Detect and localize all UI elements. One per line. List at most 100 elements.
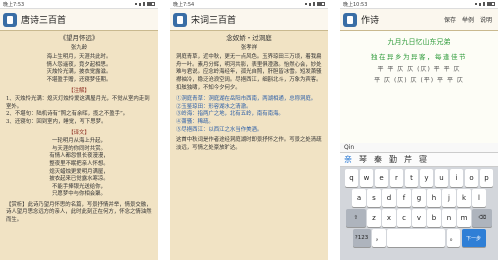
status-bar: 晚上10:53	[340, 0, 498, 9]
translation-line: 披衣起来已觉露水寒凉。	[49, 176, 109, 183]
key-d[interactable]: d	[382, 189, 396, 207]
commentary: 这首中秋词是作者途经洞庭湖时即景抒怀之作。写景之处清疏淡远，写情之处豪放旷达。	[176, 137, 322, 151]
period-key[interactable]: 。	[446, 229, 460, 247]
key-row-4: ?123 ， 。 下一步	[341, 229, 497, 247]
note-item: 3、还寝句：回到室内，睡觉，写下思梦。	[6, 118, 107, 125]
rules-button[interactable]: 说明	[477, 15, 495, 24]
ime-composition: Qin	[340, 143, 498, 153]
candidate-item[interactable]: 亲	[344, 154, 352, 165]
key-m[interactable]: m	[457, 209, 471, 227]
symbols-key[interactable]: ?123	[352, 229, 371, 247]
key-f[interactable]: f	[397, 189, 411, 207]
key-g[interactable]: g	[412, 189, 426, 207]
key-q[interactable]: q	[344, 169, 359, 187]
input-method-panel: Qin 亲 琴 秦 勤 芹 寝 q w e r t y u i o p a s …	[340, 143, 498, 260]
signal-battery	[135, 2, 155, 6]
app-title-bar: 作诗 保存 举例 说明	[340, 9, 498, 31]
note-item: ③岭海：指两广之地，北有五岭，南有南海。	[176, 111, 284, 118]
battery-icon	[147, 2, 155, 6]
key-z[interactable]: z	[367, 209, 381, 227]
signal-icon	[305, 3, 307, 5]
key-t[interactable]: t	[404, 169, 419, 187]
compose-area[interactable]: 九月九日忆山东兄弟 独在异乡为异客，每逢佳节 平 平 仄 仄 (仄) 平 平 仄…	[340, 37, 498, 84]
key-n[interactable]: n	[442, 209, 456, 227]
signal-battery	[305, 2, 325, 6]
battery-icon	[317, 2, 325, 6]
candidate-item[interactable]: 勤	[389, 154, 397, 165]
key-p[interactable]: p	[479, 169, 494, 187]
key-u[interactable]: u	[434, 169, 449, 187]
translation-line: 整夜里不眠把亲人怀想。	[49, 160, 109, 167]
key-o[interactable]: o	[464, 169, 479, 187]
candidate-item[interactable]: 芹	[404, 154, 412, 165]
app-title: 唐诗三百首	[21, 16, 67, 26]
poem-content[interactable]: 《望月怀远》 张九龄 海上生明月，天涯共此时。 情人怨遥夜，竟夕起相思。 灭烛怜…	[0, 31, 158, 229]
status-time: 晚上7:54	[173, 1, 195, 8]
key-e[interactable]: e	[374, 169, 389, 187]
comma-key[interactable]: ，	[372, 229, 386, 247]
app-icon[interactable]	[3, 12, 17, 27]
app-icon[interactable]	[173, 12, 187, 27]
app-title-bar: 唐诗三百首	[0, 9, 158, 31]
note-item: ④萧骚：稀疏。	[176, 118, 214, 125]
status-time: 晚上10:53	[343, 1, 368, 8]
key-l[interactable]: l	[472, 189, 486, 207]
candidate-item[interactable]: 寝	[419, 154, 427, 165]
key-y[interactable]: y	[419, 169, 434, 187]
example-button[interactable]: 举例	[459, 15, 477, 24]
translation-line: 只愿梦中与你相会聚。	[52, 191, 106, 198]
key-s[interactable]: s	[367, 189, 381, 207]
translation-line: 熄灭蜡烛更爱明月满屋，	[49, 168, 109, 175]
poem-author: 张孝祥	[240, 44, 258, 51]
note-item: 2、不堪句：陆机诗有“照之有余晖，揽之不盈手”。	[6, 111, 129, 118]
phone-screen-compose: 晚上10:53 作诗 保存 举例 说明 九月九日忆山东兄弟 独在异乡为异客，每逢…	[340, 0, 498, 260]
key-x[interactable]: x	[382, 209, 396, 227]
char-line[interactable]: 独在异乡为异客，每逢佳节	[340, 51, 498, 61]
tone-pattern-line: 平 仄 (仄) 仄 (平) 平 平 仄	[374, 77, 464, 84]
note-item: ①洞庭青草：洞庭湖在岳阳市西南，两湖相通，总称洞庭。	[176, 96, 317, 103]
key-j[interactable]: j	[442, 189, 456, 207]
key-h[interactable]: h	[427, 189, 441, 207]
key-c[interactable]: c	[397, 209, 411, 227]
tone-pattern-line: 平 平 仄 仄 (仄) 平 平 仄	[377, 66, 461, 73]
app-title: 作诗	[361, 16, 380, 26]
key-k[interactable]: k	[457, 189, 471, 207]
poem-body: 洞庭青草，近中秋，更无一点风色。玉界琼田三万顷，着我扁舟一叶。素月分辉，明河共影…	[176, 54, 322, 91]
note-item: ⑤尽挹西江：以西江之水当作美酒。	[176, 126, 263, 133]
poem-name: 九月九日忆山东兄弟	[387, 38, 451, 46]
app-icon[interactable]	[343, 12, 357, 27]
key-row-1: q w e r t y u i o p	[341, 169, 497, 187]
status-bar: 晚上7:53	[0, 0, 158, 9]
signal-battery	[475, 2, 495, 6]
shift-key[interactable]: ⇧	[345, 209, 366, 227]
candidate-item[interactable]: 琴	[359, 154, 367, 165]
poem-content[interactable]: 念奴娇・过洞庭 张孝祥 洞庭青草，近中秋，更无一点风色。玉界琼田三万顷，着我扁舟…	[170, 31, 328, 156]
key-b[interactable]: b	[427, 209, 441, 227]
space-key[interactable]	[387, 229, 445, 247]
note-item: 1、灭烛怜光满：熄灭灯烛怜爱这满屋月光，不觉从室内走到室外。	[6, 96, 150, 110]
poem-line: 不堪盈手赠，还寝梦佳期。	[46, 76, 112, 83]
app-title-bar: 宋词三百首	[170, 9, 328, 31]
status-time: 晚上7:53	[3, 1, 25, 8]
key-row-3: ⇧ z x c v b n m ⌫	[341, 209, 497, 227]
poem-title: 《望月怀远》	[59, 34, 99, 42]
enter-key[interactable]: 下一步	[461, 229, 486, 247]
key-a[interactable]: a	[352, 189, 366, 207]
key-w[interactable]: w	[359, 169, 374, 187]
translation-header: 【译文】	[68, 129, 90, 136]
candidate-item[interactable]: 秦	[374, 154, 382, 165]
key-i[interactable]: i	[449, 169, 464, 187]
candidate-bar: 亲 琴 秦 勤 芹 寝	[340, 153, 498, 167]
key-row-2: a s d f g h j k l	[341, 189, 497, 207]
app-title: 宋词三百首	[191, 16, 237, 26]
key-v[interactable]: v	[412, 209, 426, 227]
translation-line: 有情人都怨恨长夜漫漫，	[49, 153, 109, 160]
commentary: 【赏析】此诗乃望月怀思的名篇，写景抒情并举，情景交融，诗人望月思念远方的亲人，此…	[6, 201, 152, 224]
key-r[interactable]: r	[389, 169, 404, 187]
battery-icon	[487, 2, 495, 6]
save-button[interactable]: 保存	[441, 15, 459, 24]
poem-line: 海上生明月，天涯共此时。	[46, 54, 112, 61]
delete-key[interactable]: ⌫	[472, 209, 493, 227]
notes-header: 【注解】	[68, 87, 90, 94]
poem-line: 灭烛怜光满，披衣觉露滋。	[46, 69, 112, 76]
